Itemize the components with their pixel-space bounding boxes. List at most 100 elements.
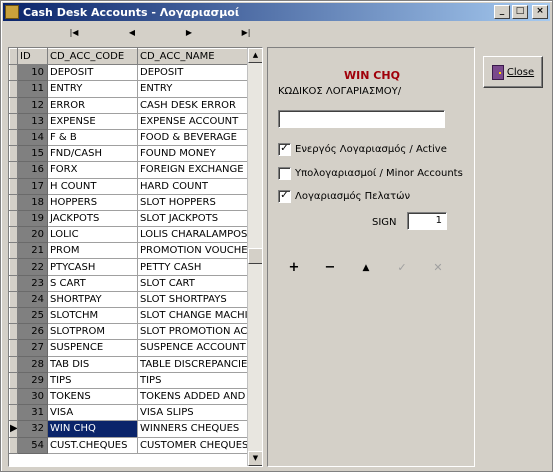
grid-vertical-scrollbar[interactable]: ▲ ▼ <box>247 48 262 466</box>
scroll-down-arrow-icon[interactable]: ▼ <box>248 451 262 466</box>
table-row[interactable]: 19 JACKPOTS SLOT JACKPOTS <box>9 209 248 228</box>
id-cell[interactable]: 27 <box>17 339 48 357</box>
table-row[interactable]: 12 ERROR CASH DESK ERROR <box>9 96 248 114</box>
customers-account-checkbox[interactable]: ✓ <box>278 189 291 203</box>
code-cell[interactable]: PROM <box>47 242 138 260</box>
scroll-up-arrow-icon[interactable]: ▲ <box>248 48 262 63</box>
id-cell[interactable]: 28 <box>17 355 48 373</box>
name-cell[interactable]: SLOT SHORTPAYS <box>137 290 248 309</box>
id-cell[interactable]: 31 <box>17 404 48 422</box>
code-cell[interactable]: ERROR <box>47 96 138 114</box>
id-cell[interactable]: 17 <box>17 177 48 195</box>
table-row[interactable]: 23 S CART SLOT CART <box>9 274 248 292</box>
code-cell[interactable]: TIPS <box>47 371 138 389</box>
code-cell[interactable]: TOKENS <box>47 387 138 406</box>
column-header-name[interactable]: CD_ACC_NAME <box>137 48 248 66</box>
name-cell[interactable]: HARD COUNT <box>137 177 248 195</box>
code-cell[interactable]: SUSPENCE <box>47 339 138 357</box>
name-cell[interactable]: EXPENSE ACCOUNT <box>137 112 248 130</box>
table-row[interactable]: 13 EXPENSE EXPENSE ACCOUNT <box>9 112 248 130</box>
id-cell[interactable]: 16 <box>17 161 48 179</box>
name-cell[interactable]: FOOD & BEVERAGE <box>137 128 248 147</box>
code-cell[interactable]: FND/CASH <box>47 145 138 163</box>
name-cell[interactable]: TIPS <box>137 371 248 389</box>
id-cell[interactable]: 30 <box>17 387 48 406</box>
table-row[interactable]: 27 SUSPENCE SUSPENCE ACCOUNT <box>9 339 248 357</box>
table-row[interactable]: 24 SHORTPAY SLOT SHORTPAYS <box>9 290 248 309</box>
window-close-button[interactable]: × <box>532 5 548 19</box>
code-cell[interactable]: F & B <box>47 128 138 147</box>
code-cell[interactable]: FORX <box>47 161 138 179</box>
active-checkbox[interactable]: ✓ <box>278 142 291 156</box>
nav-next-button[interactable]: ▶ <box>179 25 199 41</box>
edit-record-icon[interactable]: ▲ <box>357 261 375 277</box>
id-cell[interactable]: 24 <box>17 290 48 309</box>
code-cell[interactable]: CUST.CHEQUES <box>47 436 138 454</box>
code-cell[interactable]: PTYCASH <box>47 258 138 276</box>
name-cell[interactable]: SUSPENCE ACCOUNT <box>137 339 248 357</box>
code-cell[interactable]: WIN CHQ <box>47 420 138 438</box>
name-cell[interactable]: SLOT CART <box>137 274 248 292</box>
code-cell[interactable]: EXPENSE <box>47 112 138 130</box>
name-cell[interactable]: SLOT JACKPOTS <box>137 209 248 228</box>
name-cell[interactable]: CASH DESK ERROR <box>137 96 248 114</box>
id-cell[interactable]: 22 <box>17 258 48 276</box>
id-cell[interactable]: 18 <box>17 193 48 211</box>
nav-first-button[interactable]: |◀ <box>64 25 84 41</box>
code-cell[interactable]: SLOTCHM <box>47 306 138 325</box>
table-row[interactable]: ▶ 32 WIN CHQ WINNERS CHEQUES <box>9 420 248 438</box>
code-cell[interactable]: VISA <box>47 404 138 422</box>
code-cell[interactable]: S CART <box>47 274 138 292</box>
name-cell[interactable]: LOLIS CHARALAMPOS <box>137 226 248 244</box>
code-cell[interactable]: JACKPOTS <box>47 209 138 228</box>
table-row[interactable]: 25 SLOTCHM SLOT CHANGE MACHIN <box>9 306 248 325</box>
table-row[interactable]: 30 TOKENS TOKENS ADDED AND R <box>9 387 248 406</box>
table-row[interactable]: 20 LOLIC LOLIS CHARALAMPOS <box>9 226 248 244</box>
name-cell[interactable]: DEPOSIT <box>137 64 248 82</box>
code-cell[interactable]: HOPPERS <box>47 193 138 211</box>
name-cell[interactable]: FOUND MONEY <box>137 145 248 163</box>
customers-account-checkbox-row[interactable]: ✓ Λογαριασμός Πελατών <box>278 189 410 203</box>
name-cell[interactable]: TABLE DISCREPANCIES <box>137 355 248 373</box>
name-cell[interactable]: SLOT CHANGE MACHIN <box>137 306 248 325</box>
table-row[interactable]: 17 H COUNT HARD COUNT <box>9 177 248 195</box>
sign-input[interactable]: 1 <box>407 212 447 230</box>
id-cell[interactable]: 11 <box>17 80 48 98</box>
name-cell[interactable]: CUSTOMER CHEQUES <box>137 436 248 454</box>
table-row[interactable]: 54 CUST.CHEQUES CUSTOMER CHEQUES <box>9 436 248 454</box>
id-cell[interactable]: 26 <box>17 323 48 341</box>
id-cell[interactable]: 10 <box>17 64 48 82</box>
id-cell[interactable]: 12 <box>17 96 48 114</box>
table-row[interactable]: 18 HOPPERS SLOT HOPPERS <box>9 193 248 211</box>
code-cell[interactable]: ENTRY <box>47 80 138 98</box>
name-cell[interactable]: VISA SLIPS <box>137 404 248 422</box>
active-checkbox-row[interactable]: ✓ Ενεργός Λογαριασμός / Active <box>278 142 447 156</box>
code-cell[interactable]: LOLIC <box>47 226 138 244</box>
maximize-button[interactable]: □ <box>512 5 528 19</box>
table-row[interactable]: 10 DEPOSIT DEPOSIT <box>9 64 248 82</box>
id-cell[interactable]: 14 <box>17 128 48 147</box>
column-header-code[interactable]: CD_ACC_CODE <box>47 48 138 66</box>
id-cell[interactable]: 54 <box>17 436 48 454</box>
code-cell[interactable]: TAB DIS <box>47 355 138 373</box>
scroll-thumb[interactable] <box>248 248 262 264</box>
account-code-input[interactable] <box>278 110 445 128</box>
nav-last-button[interactable]: ▶| <box>236 25 256 41</box>
table-row[interactable]: 16 FORX FOREIGN EXCHANGE <box>9 161 248 179</box>
code-cell[interactable]: DEPOSIT <box>47 64 138 82</box>
name-cell[interactable]: WINNERS CHEQUES <box>137 420 248 438</box>
code-cell[interactable]: SHORTPAY <box>47 290 138 309</box>
id-cell[interactable]: 29 <box>17 371 48 389</box>
title-bar[interactable]: Cash Desk Accounts - Λογαριασμοί _ □ × <box>3 3 550 21</box>
table-row[interactable]: 21 PROM PROMOTION VOUCHER <box>9 242 248 260</box>
id-cell[interactable]: 23 <box>17 274 48 292</box>
minimize-button[interactable]: _ <box>494 5 510 19</box>
id-cell[interactable]: 13 <box>17 112 48 130</box>
name-cell[interactable]: TOKENS ADDED AND R <box>137 387 248 406</box>
accounts-grid[interactable]: ID CD_ACC_CODE CD_ACC_NAME 10 DEPOSIT DEPO… <box>8 47 263 467</box>
table-row[interactable]: 29 TIPS TIPS <box>9 371 248 389</box>
table-row[interactable]: 15 FND/CASH FOUND MONEY <box>9 145 248 163</box>
id-cell[interactable]: 32 <box>17 420 48 438</box>
minor-accounts-checkbox[interactable] <box>278 166 291 180</box>
id-cell[interactable]: 19 <box>17 209 48 228</box>
